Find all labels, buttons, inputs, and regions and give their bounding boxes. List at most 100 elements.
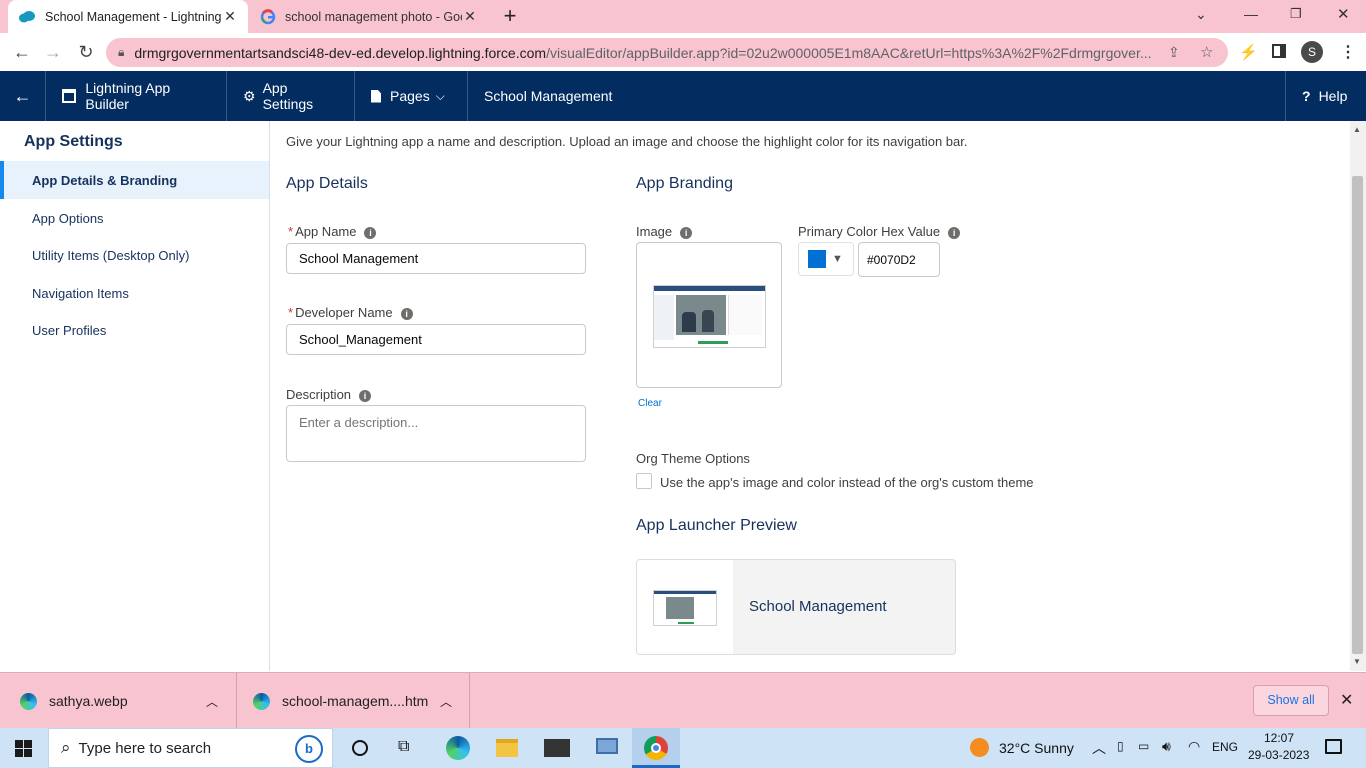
battery-icon[interactable]: ▭ — [1138, 739, 1149, 753]
back-icon[interactable]: ← — [6, 36, 38, 68]
show-all-button[interactable]: Show all — [1253, 685, 1329, 716]
app-settings-button[interactable]: ⚙ App Settings — [227, 71, 355, 121]
address-bar[interactable]: 🔒︎ drmgrgovernmentartsandsci48-dev-ed.de… — [106, 38, 1228, 67]
caret-down-icon: ▼ — [832, 253, 843, 265]
profile-avatar[interactable]: S — [1301, 41, 1323, 63]
image-label: Image i — [636, 224, 693, 239]
description-textarea[interactable] — [286, 405, 586, 462]
developer-name-input[interactable] — [286, 324, 586, 355]
lightning-app-builder-button[interactable]: Lightning App Builder — [46, 71, 227, 121]
info-icon[interactable]: i — [364, 226, 377, 239]
salesforce-cloud-icon — [19, 10, 35, 22]
tab-google-search[interactable]: school management photo - Goo ✕ — [250, 0, 488, 33]
header-label: App Settings — [262, 80, 314, 112]
app-name-input[interactable] — [286, 243, 586, 274]
back-arrow-icon[interactable]: ← — [0, 71, 46, 121]
close-icon[interactable]: ✕ — [462, 8, 478, 25]
settings-sidebar: App Settings App Details & Branding App … — [0, 121, 270, 671]
network-status-icon[interactable]: ▯ — [1117, 739, 1124, 753]
chevron-down-icon[interactable]: ⌄ — [1195, 6, 1207, 23]
label-text: App Name — [295, 224, 357, 239]
chevron-up-icon[interactable]: ︿ — [1092, 738, 1106, 758]
url-path: /visualEditor/appBuilder.app?id=02u2w000… — [546, 44, 1152, 61]
taskbar-search-box[interactable]: ⌕ Type here to search b — [48, 728, 333, 768]
edge-taskbar-icon[interactable] — [446, 736, 470, 760]
close-download-bar-icon[interactable]: ✕ — [1340, 690, 1353, 710]
reload-icon[interactable]: ↻ — [70, 36, 102, 68]
chevron-down-icon: ⌵ — [435, 88, 445, 103]
cortana-icon[interactable] — [352, 740, 368, 756]
download-item[interactable]: school-managem....htm ︿ — [237, 673, 470, 729]
google-icon — [260, 8, 276, 24]
weather-text[interactable]: 32°C Sunny — [999, 740, 1074, 756]
wifi-icon[interactable]: ◠ — [1188, 738, 1200, 755]
label-text: Primary Color Hex Value — [798, 224, 941, 239]
language-indicator[interactable]: ENG — [1212, 740, 1238, 754]
app-name-text: School Management — [484, 88, 613, 104]
windows-start-icon[interactable] — [15, 740, 32, 757]
app-builder-header: ← Lightning App Builder ⚙ App Settings P… — [0, 71, 1366, 121]
org-theme-checkbox[interactable] — [636, 473, 652, 489]
color-swatch — [808, 250, 826, 268]
bookmark-star-icon[interactable]: ☆ — [1200, 43, 1213, 61]
minimize-icon[interactable]: — — [1244, 6, 1258, 22]
new-tab-icon[interactable]: + — [498, 4, 522, 28]
info-icon[interactable]: i — [680, 226, 693, 239]
clock-date[interactable]: 29-03-2023 — [1248, 748, 1309, 762]
lock-icon: 🔒︎ — [118, 45, 125, 59]
description-label: Description i — [286, 387, 372, 402]
help-button[interactable]: ? Help — [1285, 71, 1366, 121]
chevron-up-icon[interactable]: ︿ — [440, 693, 452, 710]
scrollbar-thumb[interactable] — [1352, 176, 1363, 654]
share-icon[interactable]: ⇪ — [1168, 44, 1180, 61]
sidebar-item-app-details-branding[interactable]: App Details & Branding — [0, 161, 269, 199]
intro-text: Give your Lightning app a name and descr… — [286, 134, 968, 149]
gear-icon: ⚙ — [243, 87, 256, 104]
task-view-icon[interactable]: ⧉ — [398, 738, 409, 756]
chrome-taskbar-button[interactable] — [632, 728, 680, 768]
side-panel-icon[interactable] — [1272, 44, 1286, 58]
info-icon[interactable]: i — [400, 307, 413, 320]
close-icon[interactable]: ✕ — [222, 8, 238, 25]
bing-icon[interactable]: b — [295, 735, 323, 763]
org-theme-checkbox-label: Use the app's image and color instead of… — [660, 475, 1034, 490]
notification-icon[interactable] — [1325, 739, 1342, 754]
clear-image-link[interactable]: Clear — [638, 398, 662, 409]
extension-icon[interactable]: ⚡ — [1239, 43, 1258, 61]
download-filename: sathya.webp — [49, 693, 128, 709]
tab-school-management[interactable]: School Management - Lightning ✕ — [8, 0, 248, 33]
computer-icon[interactable] — [596, 738, 618, 754]
forward-icon[interactable]: → — [37, 36, 69, 68]
tab-title: School Management - Lightning — [45, 9, 222, 24]
browser-tab-strip: School Management - Lightning ✕ school m… — [0, 0, 1366, 33]
label-text: Description — [286, 387, 352, 402]
clock-time[interactable]: 12:07 — [1264, 731, 1294, 745]
chevron-up-icon[interactable]: ︿ — [206, 693, 218, 710]
developer-name-label: * Developer Name i — [288, 305, 413, 320]
file-explorer-icon[interactable] — [496, 739, 518, 757]
question-icon: ? — [1302, 88, 1311, 104]
search-placeholder: Type here to search — [78, 739, 212, 757]
download-item[interactable]: sathya.webp ︿ — [0, 673, 237, 729]
menu-icon[interactable]: ⋮ — [1340, 42, 1356, 62]
sidebar-item-utility-items[interactable]: Utility Items (Desktop Only) — [0, 236, 269, 274]
info-icon[interactable]: i — [948, 226, 961, 239]
help-label: Help — [1318, 88, 1348, 104]
app-builder-icon — [62, 89, 77, 103]
sidebar-item-navigation-items[interactable]: Navigation Items — [0, 274, 269, 312]
info-icon[interactable]: i — [359, 389, 372, 402]
page-scrollbar[interactable]: ▲ ▼ — [1350, 121, 1366, 671]
color-hex-input[interactable] — [858, 242, 940, 277]
pages-dropdown[interactable]: Pages ⌵ — [355, 71, 468, 121]
weather-sun-icon[interactable] — [970, 738, 989, 757]
mail-icon[interactable] — [544, 739, 570, 757]
restore-icon[interactable]: ❐ — [1290, 6, 1302, 22]
volume-icon[interactable]: 🔊︎ — [1162, 738, 1171, 755]
sidebar-item-user-profiles[interactable]: User Profiles — [0, 311, 269, 349]
color-picker-button[interactable]: ▼ — [798, 242, 854, 276]
sidebar-title: App Settings — [24, 133, 123, 150]
window-close-icon[interactable]: ✕ — [1337, 5, 1350, 23]
search-icon: ⌕ — [61, 738, 71, 757]
app-image-upload[interactable] — [636, 242, 782, 388]
sidebar-item-app-options[interactable]: App Options — [0, 199, 269, 237]
